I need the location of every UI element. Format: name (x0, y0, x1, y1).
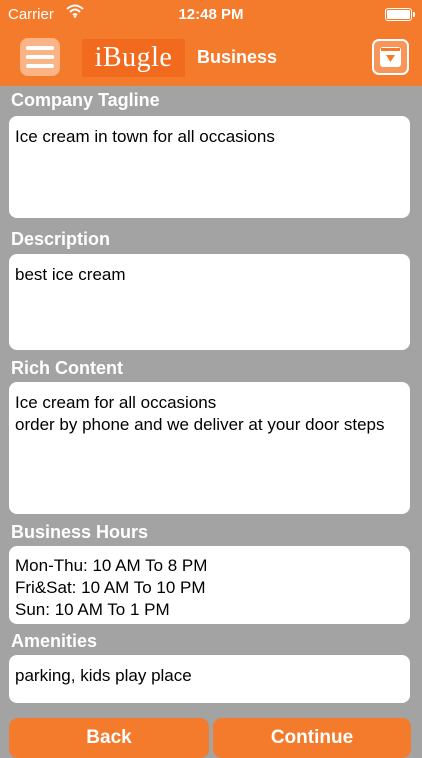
tagline-label: Company Tagline (11, 90, 160, 110)
status-bar: Carrier 12:48 PM (0, 0, 422, 30)
amenities-label: Amenities (11, 631, 98, 651)
description-label: Description (11, 229, 111, 249)
battery-icon (385, 8, 415, 21)
menu-button[interactable] (20, 38, 60, 76)
download-icon (380, 47, 401, 67)
back-button[interactable]: Back (9, 718, 209, 758)
tagline-field[interactable]: Ice cream in town for all occasions (9, 116, 410, 218)
rich-content-field[interactable]: Ice cream for all occasions order by pho… (9, 382, 410, 514)
app-logo: iBugle (82, 39, 185, 77)
hours-field[interactable]: Mon-Thu: 10 AM To 8 PM Fri&Sat: 10 AM To… (9, 546, 410, 624)
continue-button[interactable]: Continue (213, 718, 411, 758)
download-button[interactable] (372, 39, 409, 75)
description-field[interactable]: best ice cream (9, 254, 410, 350)
nav-bar: iBugle Business (0, 30, 422, 86)
page-title: Business (197, 47, 278, 67)
amenities-field[interactable]: parking, kids play place (9, 655, 410, 703)
rich-content-label: Rich Content (11, 358, 123, 378)
status-time: 12:48 PM (178, 6, 244, 23)
hours-label: Business Hours (11, 522, 149, 542)
hamburger-icon (26, 46, 54, 50)
